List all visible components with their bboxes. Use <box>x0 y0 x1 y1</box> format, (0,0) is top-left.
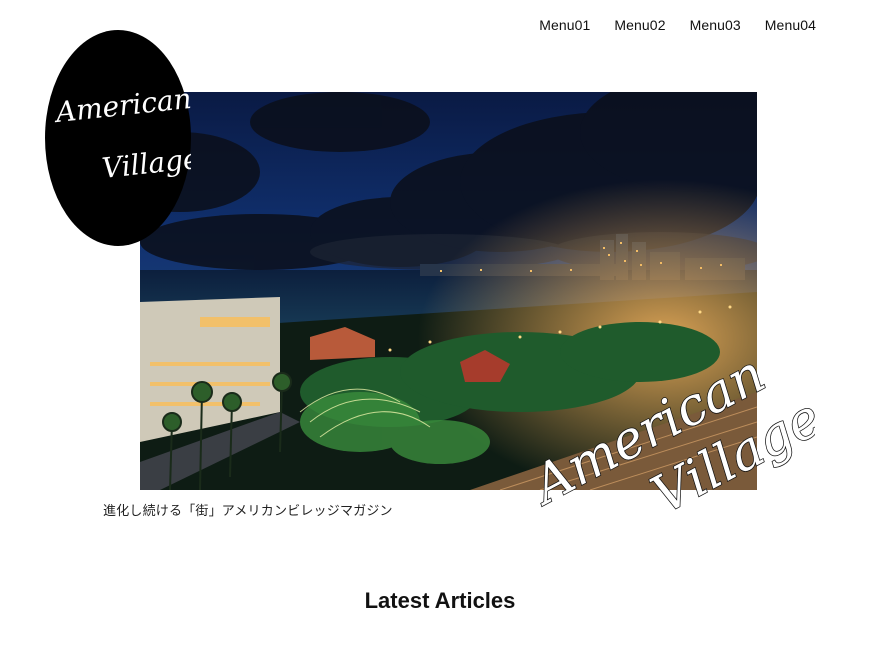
logo-line2: Village <box>100 142 191 185</box>
page: Menu01 Menu02 Menu03 Menu04 American Vil… <box>0 0 880 660</box>
hero-night-scene <box>140 92 757 490</box>
nav-menu03[interactable]: Menu03 <box>690 17 741 33</box>
nav-menu01[interactable]: Menu01 <box>539 17 590 33</box>
hero-image <box>140 92 757 490</box>
logo-line1: American <box>51 82 191 129</box>
site-tagline: 進化し続ける「街」アメリカンビレッジマガジン <box>103 504 393 519</box>
site-logo[interactable]: American Village <box>45 30 191 246</box>
logo-script: American Village <box>51 82 191 185</box>
nav-menu02[interactable]: Menu02 <box>614 17 665 33</box>
main-nav: Menu01 Menu02 Menu03 Menu04 <box>539 17 816 33</box>
section-title: Latest Articles <box>364 588 516 613</box>
nav-menu04[interactable]: Menu04 <box>765 17 816 33</box>
